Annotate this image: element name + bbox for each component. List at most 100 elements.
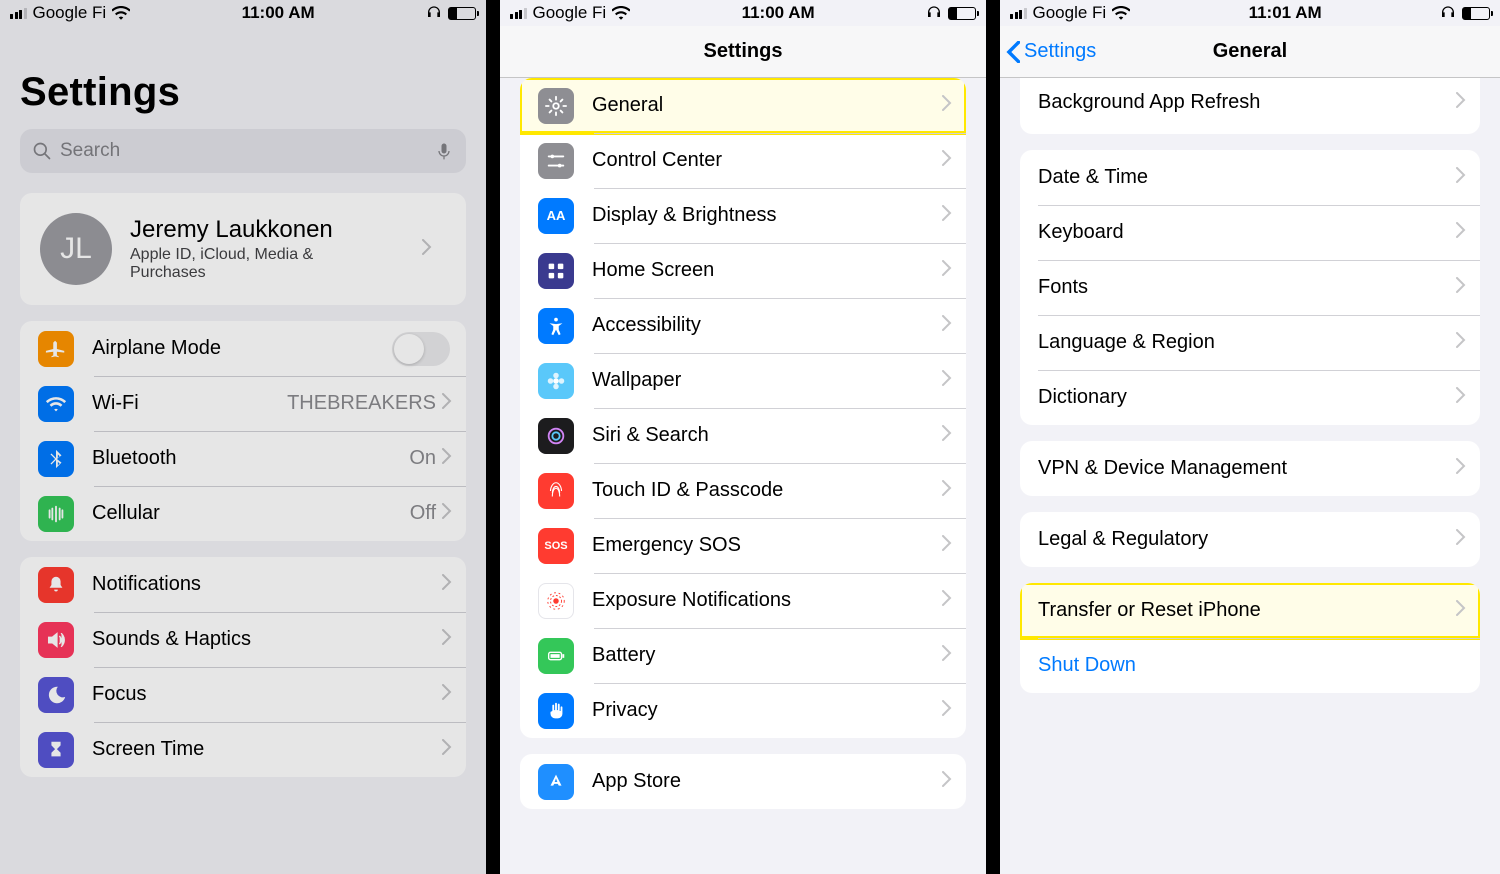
control-center-row[interactable]: Control Center bbox=[520, 133, 966, 188]
sos-icon: SOS bbox=[538, 528, 574, 564]
fingerprint-icon bbox=[538, 473, 574, 509]
gear-icon bbox=[538, 88, 574, 124]
carrier-label: Google Fi bbox=[33, 3, 107, 23]
moon-icon bbox=[38, 677, 74, 713]
avatar: JL bbox=[40, 213, 112, 285]
carrier-label: Google Fi bbox=[1033, 3, 1107, 23]
profile-sub: Apple ID, iCloud, Media & Purchases bbox=[130, 246, 390, 282]
background-refresh-row[interactable]: Background App Refresh bbox=[1020, 70, 1480, 134]
bluetooth-icon bbox=[38, 441, 74, 477]
chevron-icon bbox=[942, 480, 952, 501]
chevron-icon bbox=[942, 535, 952, 556]
chevron-icon bbox=[942, 205, 952, 226]
search-placeholder: Search bbox=[60, 140, 120, 162]
battery-icon bbox=[538, 638, 574, 674]
headphone-icon bbox=[1440, 5, 1456, 21]
mic-icon[interactable] bbox=[434, 141, 454, 161]
chevron-icon bbox=[942, 315, 952, 336]
chevron-icon bbox=[942, 645, 952, 666]
datetime-row[interactable]: Date & Time bbox=[1020, 150, 1480, 205]
status-time: 11:01 AM bbox=[1249, 3, 1322, 23]
page-title: Settings bbox=[0, 26, 486, 123]
fonts-row[interactable]: Fonts bbox=[1020, 260, 1480, 315]
flower-icon bbox=[538, 363, 574, 399]
airplane-toggle[interactable] bbox=[392, 332, 450, 366]
screentime-row[interactable]: Screen Time bbox=[20, 722, 466, 777]
apple-id-row[interactable]: JL Jeremy Laukkonen Apple ID, iCloud, Me… bbox=[20, 193, 466, 305]
bluetooth-row[interactable]: Bluetooth On bbox=[20, 431, 466, 486]
display-row[interactable]: AA Display & Brightness bbox=[520, 188, 966, 243]
grid-icon bbox=[538, 253, 574, 289]
nav-title: Settings bbox=[704, 40, 783, 63]
phone-3-general: Google Fi 11:01 AM Settings General Back… bbox=[1000, 0, 1500, 874]
nav-header: Settings bbox=[500, 26, 986, 78]
cellular-row[interactable]: Cellular Off bbox=[20, 486, 466, 541]
chevron-icon bbox=[442, 684, 452, 705]
profile-name: Jeremy Laukkonen bbox=[130, 216, 390, 244]
accessibility-row[interactable]: Accessibility bbox=[520, 298, 966, 353]
emergency-row[interactable]: SOS Emergency SOS bbox=[520, 518, 966, 573]
shutdown-row[interactable]: Shut Down bbox=[1020, 638, 1480, 693]
wifi-icon bbox=[112, 6, 130, 20]
chevron-icon bbox=[1456, 600, 1466, 621]
chevron-icon bbox=[942, 700, 952, 721]
wifi-row[interactable]: Wi-Fi THEBREAKERS bbox=[20, 376, 466, 431]
focus-row[interactable]: Focus bbox=[20, 667, 466, 722]
chevron-icon bbox=[1456, 387, 1466, 408]
transfer-reset-row[interactable]: Transfer or Reset iPhone bbox=[1020, 583, 1480, 638]
chevron-icon bbox=[942, 150, 952, 171]
exposure-icon bbox=[538, 583, 574, 619]
dictionary-row[interactable]: Dictionary bbox=[1020, 370, 1480, 425]
status-time: 11:00 AM bbox=[742, 3, 815, 23]
touchid-row[interactable]: Touch ID & Passcode bbox=[520, 463, 966, 518]
battery-row[interactable]: Battery bbox=[520, 628, 966, 683]
sliders-icon bbox=[538, 143, 574, 179]
airplane-icon bbox=[38, 331, 74, 367]
nav-title: General bbox=[1213, 40, 1287, 63]
exposure-row[interactable]: Exposure Notifications bbox=[520, 573, 966, 628]
legal-row[interactable]: Legal & Regulatory bbox=[1020, 512, 1480, 567]
chevron-icon bbox=[1456, 92, 1466, 113]
battery-icon bbox=[948, 7, 976, 20]
battery-icon bbox=[1462, 7, 1490, 20]
vpn-row[interactable]: VPN & Device Management bbox=[1020, 441, 1480, 496]
chevron-icon bbox=[942, 260, 952, 281]
search-input[interactable]: Search bbox=[20, 129, 466, 173]
search-icon bbox=[32, 141, 52, 161]
notifications-row[interactable]: Notifications bbox=[20, 557, 466, 612]
back-button[interactable]: Settings bbox=[1006, 40, 1096, 63]
general-row[interactable]: General bbox=[520, 78, 966, 133]
chevron-icon bbox=[442, 629, 452, 650]
siri-icon bbox=[538, 418, 574, 454]
chevron-icon bbox=[442, 574, 452, 595]
siri-row[interactable]: Siri & Search bbox=[520, 408, 966, 463]
cellular-icon bbox=[38, 496, 74, 532]
headphone-icon bbox=[426, 5, 442, 21]
app-store-row[interactable]: App Store bbox=[520, 754, 966, 809]
chevron-icon bbox=[422, 239, 432, 260]
chevron-icon bbox=[942, 771, 952, 792]
headphone-icon bbox=[926, 5, 942, 21]
airplane-mode-row[interactable]: Airplane Mode bbox=[20, 321, 466, 376]
language-row[interactable]: Language & Region bbox=[1020, 315, 1480, 370]
chevron-icon bbox=[1456, 332, 1466, 353]
wifi-icon bbox=[612, 6, 630, 20]
chevron-icon bbox=[442, 739, 452, 760]
chevron-icon bbox=[442, 393, 452, 414]
phone-1-settings-root: Google Fi 11:00 AM Settings Search JL Je… bbox=[0, 0, 500, 874]
wifi-icon bbox=[38, 386, 74, 422]
wifi-icon bbox=[1112, 6, 1130, 20]
chevron-icon bbox=[1456, 529, 1466, 550]
wallpaper-row[interactable]: Wallpaper bbox=[520, 353, 966, 408]
privacy-row[interactable]: Privacy bbox=[520, 683, 966, 738]
appstore-icon bbox=[538, 764, 574, 800]
signal-icon bbox=[1010, 8, 1027, 19]
sounds-row[interactable]: Sounds & Haptics bbox=[20, 612, 466, 667]
battery-icon bbox=[448, 7, 476, 20]
chevron-icon bbox=[942, 590, 952, 611]
text-size-icon: AA bbox=[538, 198, 574, 234]
chevron-icon bbox=[1456, 222, 1466, 243]
home-screen-row[interactable]: Home Screen bbox=[520, 243, 966, 298]
keyboard-row[interactable]: Keyboard bbox=[1020, 205, 1480, 260]
chevron-icon bbox=[942, 425, 952, 446]
